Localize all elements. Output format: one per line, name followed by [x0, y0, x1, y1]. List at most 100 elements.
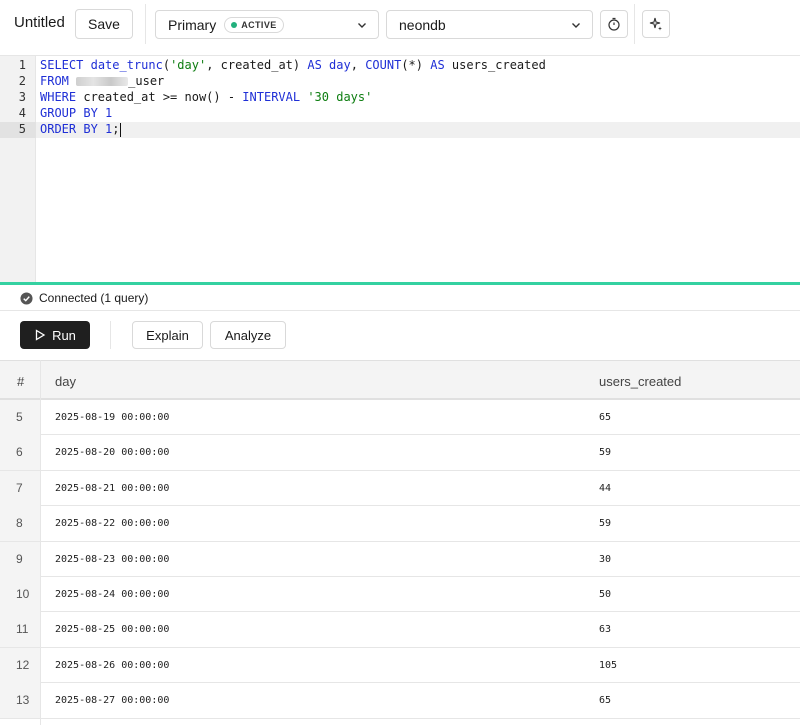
branch-select[interactable]: Primary ACTIVE — [155, 10, 379, 39]
query-title[interactable]: Untitled — [14, 14, 65, 31]
run-button[interactable]: Run — [20, 321, 90, 349]
sql-number: 1 — [105, 106, 113, 120]
cell-users-created[interactable]: 65 — [599, 695, 611, 706]
line-number: 1 — [18, 58, 26, 72]
save-button[interactable]: Save — [75, 9, 133, 39]
table-row[interactable]: 5 2025-08-19 00:00:00 65 — [0, 400, 800, 436]
sql-keyword: FROM — [40, 74, 69, 88]
sql-keyword: GROUP BY — [40, 106, 98, 120]
status-badge: ACTIVE — [224, 16, 284, 33]
sql-text: (*) — [401, 58, 431, 72]
cell-day[interactable]: 2025-08-23 00:00:00 — [55, 554, 169, 565]
cell-day[interactable]: 2025-08-21 00:00:00 — [55, 483, 169, 494]
row-index: 13 — [0, 683, 40, 719]
sql-keyword: AS — [307, 58, 322, 72]
sparkle-icon — [649, 17, 662, 31]
chevron-down-icon — [572, 23, 580, 28]
row-index: 5 — [0, 400, 40, 435]
column-header-day[interactable]: day — [55, 374, 76, 389]
sql-keyword: WHERE — [40, 90, 77, 104]
status-dot-icon — [231, 21, 238, 28]
row-index: 7 — [0, 470, 40, 506]
line-number: 4 — [18, 106, 26, 120]
cell-day[interactable]: 2025-08-22 00:00:00 — [55, 518, 169, 529]
table-row[interactable]: 13 2025-08-27 00:00:00 65 — [0, 683, 800, 719]
cell-users-created[interactable]: 44 — [599, 483, 611, 494]
cell-day[interactable]: 2025-08-19 00:00:00 — [55, 412, 169, 423]
cell-day[interactable]: 2025-08-27 00:00:00 — [55, 695, 169, 706]
line-number: 2 — [18, 74, 26, 88]
cell-users-created[interactable]: 30 — [599, 554, 611, 565]
analyze-button[interactable]: Analyze — [210, 321, 286, 349]
status-badge-text: ACTIVE — [241, 19, 277, 30]
sql-text: created_at >= now() - — [76, 90, 243, 104]
cell-users-created[interactable]: 65 — [599, 412, 611, 423]
row-index: 11 — [0, 612, 40, 648]
editor-resize-handle[interactable] — [0, 282, 800, 285]
cell-day[interactable]: 2025-08-24 00:00:00 — [55, 589, 169, 600]
sql-text: users_created — [444, 58, 546, 72]
ai-assist-button[interactable] — [642, 10, 670, 38]
row-index: 10 — [0, 577, 40, 612]
cell-users-created[interactable]: 50 — [599, 589, 611, 600]
code-line: SELECT date_trunc('day', created_at) AS … — [40, 58, 546, 72]
sql-function: date_trunc — [90, 58, 163, 72]
column-separator — [40, 360, 41, 725]
timer-button[interactable] — [600, 10, 628, 38]
sql-text: _user — [128, 74, 165, 88]
cell-users-created[interactable]: 63 — [599, 624, 611, 635]
stopwatch-icon — [608, 17, 620, 31]
code-line: ORDER BY 1; — [40, 122, 121, 137]
cell-day[interactable]: 2025-08-26 00:00:00 — [55, 660, 169, 671]
column-header-users-created[interactable]: users_created — [599, 374, 681, 389]
sql-keyword: day — [329, 58, 351, 72]
sql-string: '30 days' — [307, 90, 373, 104]
sql-text: ; — [112, 122, 120, 136]
table-row[interactable]: 12 2025-08-26 00:00:00 105 — [0, 647, 800, 684]
play-icon — [35, 329, 46, 341]
sql-keyword: SELECT — [40, 58, 84, 72]
sql-keyword: INTERVAL — [242, 90, 301, 104]
row-index: 12 — [0, 647, 40, 683]
cell-users-created[interactable]: 105 — [599, 660, 617, 671]
action-divider — [110, 321, 111, 349]
active-line-highlight — [36, 122, 800, 138]
run-button-label: Run — [52, 327, 76, 343]
code-line: WHERE created_at >= now() - INTERVAL '30… — [40, 90, 372, 104]
database-label: neondb — [399, 16, 446, 33]
cell-day[interactable]: 2025-08-20 00:00:00 — [55, 447, 169, 458]
table-row[interactable]: 11 2025-08-25 00:00:00 63 — [0, 612, 800, 648]
sql-keyword: ORDER BY — [40, 122, 98, 136]
toolbar: Untitled Save Primary ACTIVE neondb — [0, 0, 800, 48]
chevron-down-icon — [358, 23, 366, 28]
row-index: 8 — [0, 506, 40, 542]
cell-day[interactable]: 2025-08-25 00:00:00 — [55, 624, 169, 635]
database-select[interactable]: neondb — [386, 10, 593, 39]
sql-function: COUNT — [365, 58, 402, 72]
line-number: 5 — [18, 122, 26, 136]
redacted-table-prefix — [76, 77, 129, 86]
cell-users-created[interactable]: 59 — [599, 447, 611, 458]
sql-text: ( — [162, 58, 171, 72]
sql-text: , created_at) — [206, 58, 308, 72]
row-index: 6 — [0, 435, 40, 471]
row-index: 9 — [0, 541, 40, 577]
table-row[interactable]: 10 2025-08-24 00:00:00 50 — [0, 577, 800, 613]
table-row[interactable]: 9 2025-08-23 00:00:00 30 — [0, 541, 800, 577]
sql-editor[interactable]: 1 2 3 4 5 SELECT date_trunc('day', creat… — [0, 55, 800, 283]
code-line: FROM _user — [40, 74, 164, 88]
table-row[interactable]: 8 2025-08-22 00:00:00 59 — [0, 506, 800, 542]
toolbar-divider — [145, 4, 146, 44]
table-row[interactable]: 7 2025-08-21 00:00:00 44 — [0, 470, 800, 507]
table-row[interactable]: 6 2025-08-20 00:00:00 59 — [0, 435, 800, 471]
explain-button[interactable]: Explain — [132, 321, 203, 349]
connection-status: Connected (1 query) — [20, 290, 148, 306]
branch-label: Primary — [168, 16, 217, 33]
line-number: 3 — [18, 90, 26, 104]
cell-users-created[interactable]: 59 — [599, 518, 611, 529]
table-header: # day users_created — [0, 360, 800, 400]
column-header-index[interactable]: # — [17, 374, 24, 389]
